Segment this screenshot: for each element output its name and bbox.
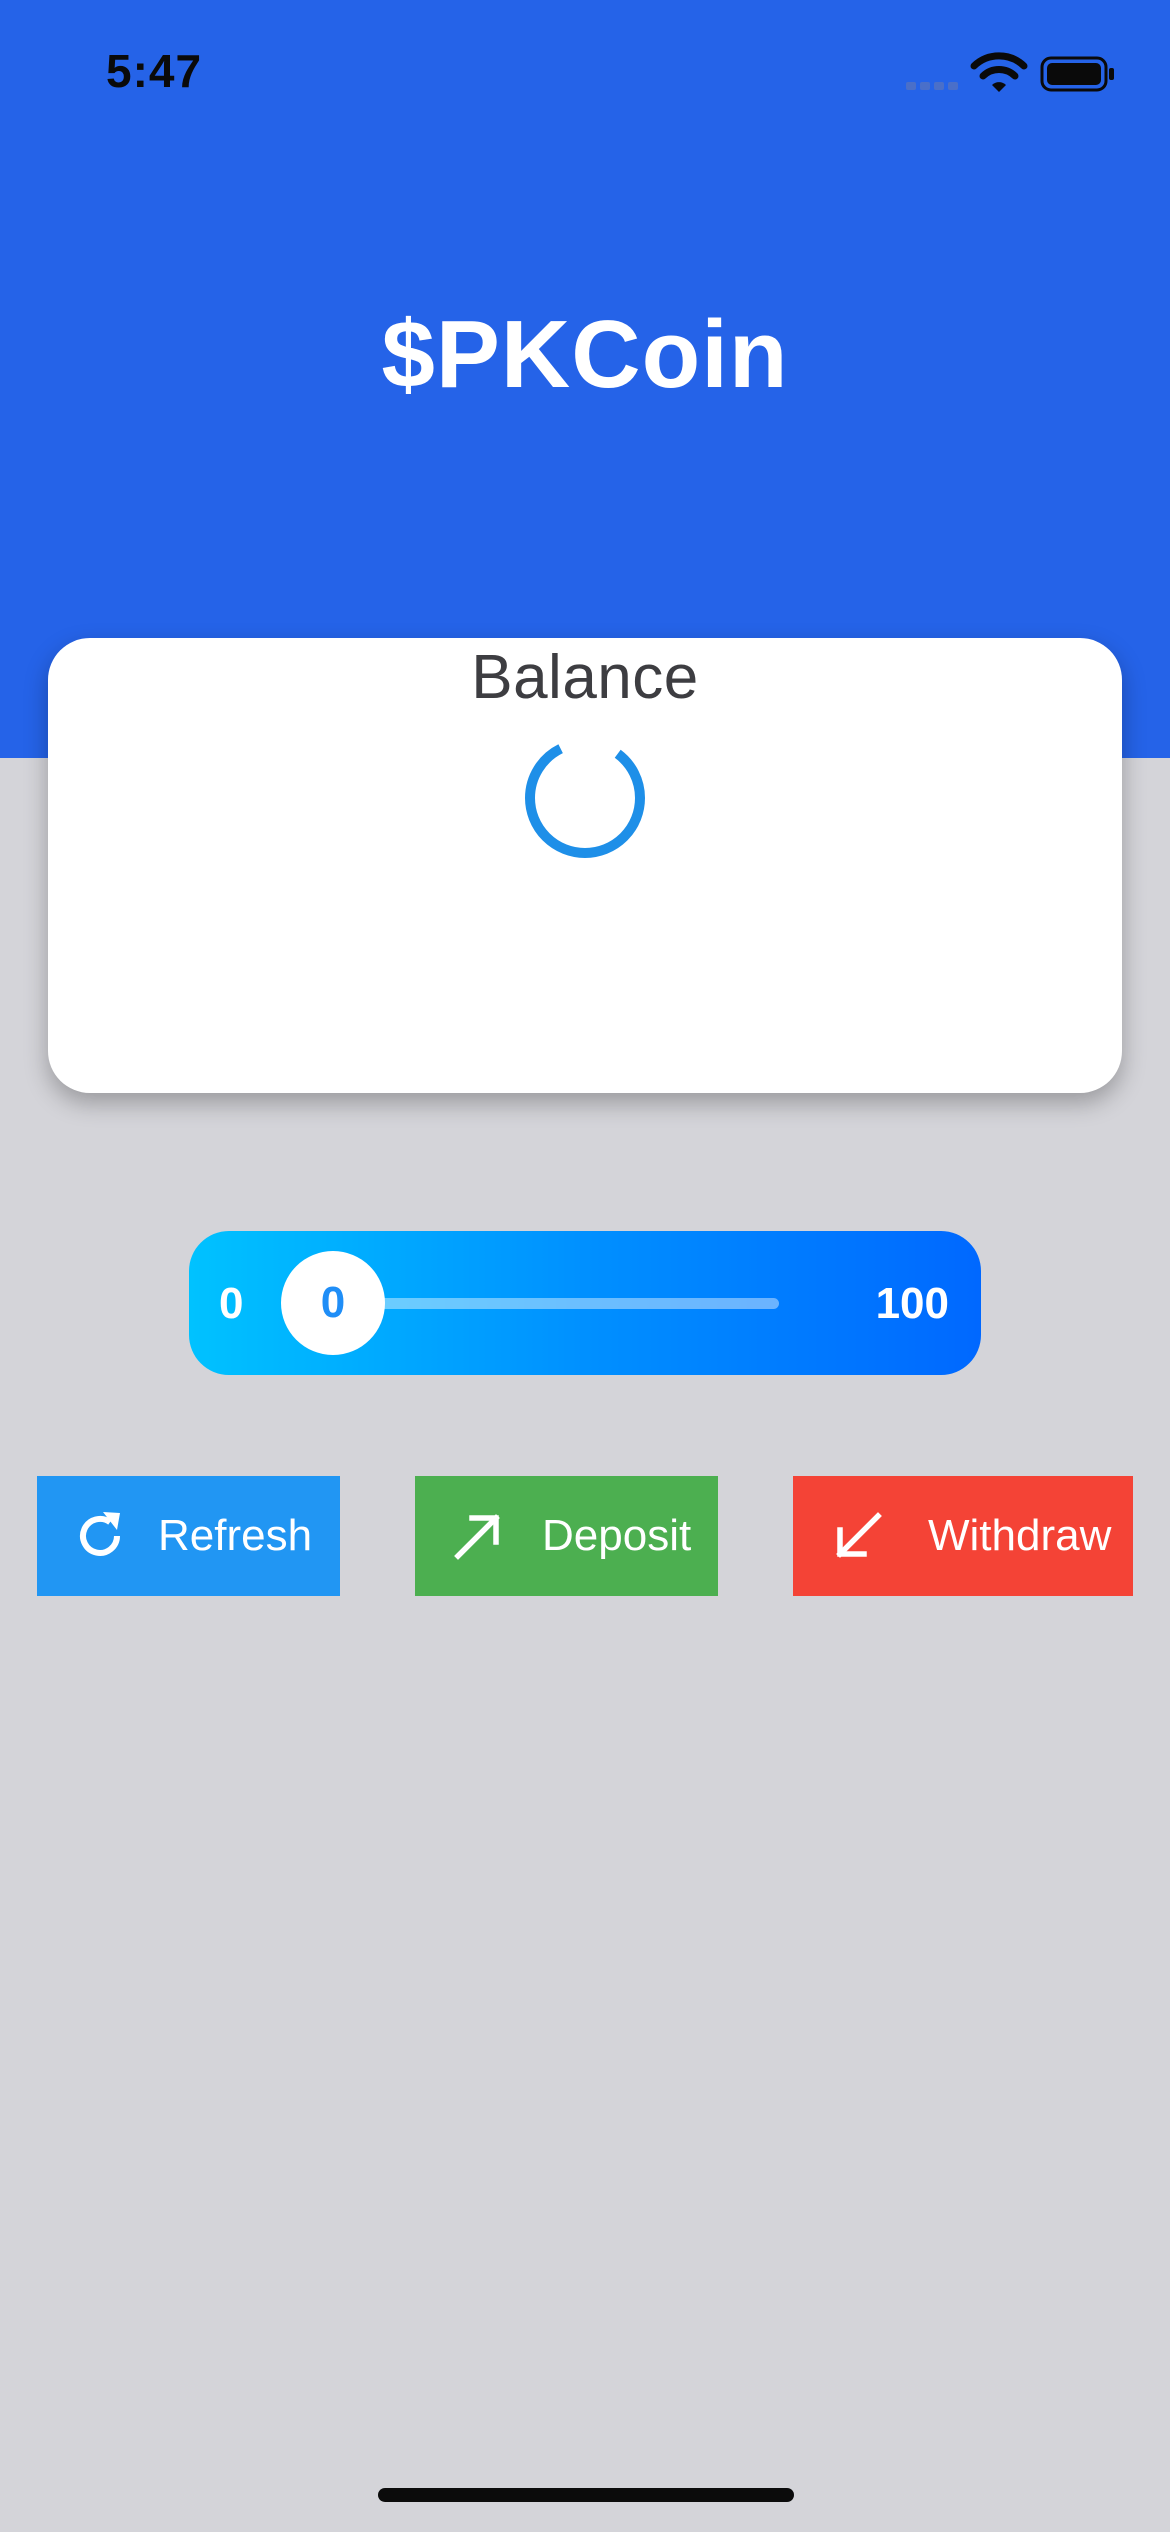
loading-spinner-icon	[525, 738, 645, 858]
deposit-button[interactable]: Deposit	[415, 1476, 718, 1596]
refresh-button[interactable]: Refresh	[37, 1476, 340, 1596]
wifi-icon	[970, 52, 1028, 92]
app-title: $PKCoin	[381, 301, 789, 408]
balance-card: Balance	[48, 638, 1122, 1093]
refresh-icon	[80, 1512, 120, 1556]
withdraw-button[interactable]: Withdraw	[793, 1476, 1133, 1596]
slider-min-label: 0	[219, 1279, 244, 1328]
slider-max-label: 100	[875, 1279, 949, 1328]
slider-track[interactable]	[329, 1298, 779, 1309]
cellular-signal-icon	[906, 82, 960, 92]
battery-icon	[1040, 56, 1114, 92]
slider-thumb[interactable]: 0	[281, 1251, 385, 1355]
arrow-down-left-icon	[836, 1512, 882, 1558]
withdraw-button-label: Withdraw	[928, 1511, 1112, 1560]
arrow-up-right-icon	[454, 1514, 500, 1560]
home-indicator[interactable]	[378, 2488, 794, 2502]
refresh-button-label: Refresh	[158, 1511, 313, 1560]
amount-slider[interactable]: 0 0 100	[189, 1231, 981, 1375]
balance-label: Balance	[471, 643, 699, 712]
status-time: 5:47	[106, 45, 203, 97]
deposit-button-label: Deposit	[542, 1511, 692, 1560]
